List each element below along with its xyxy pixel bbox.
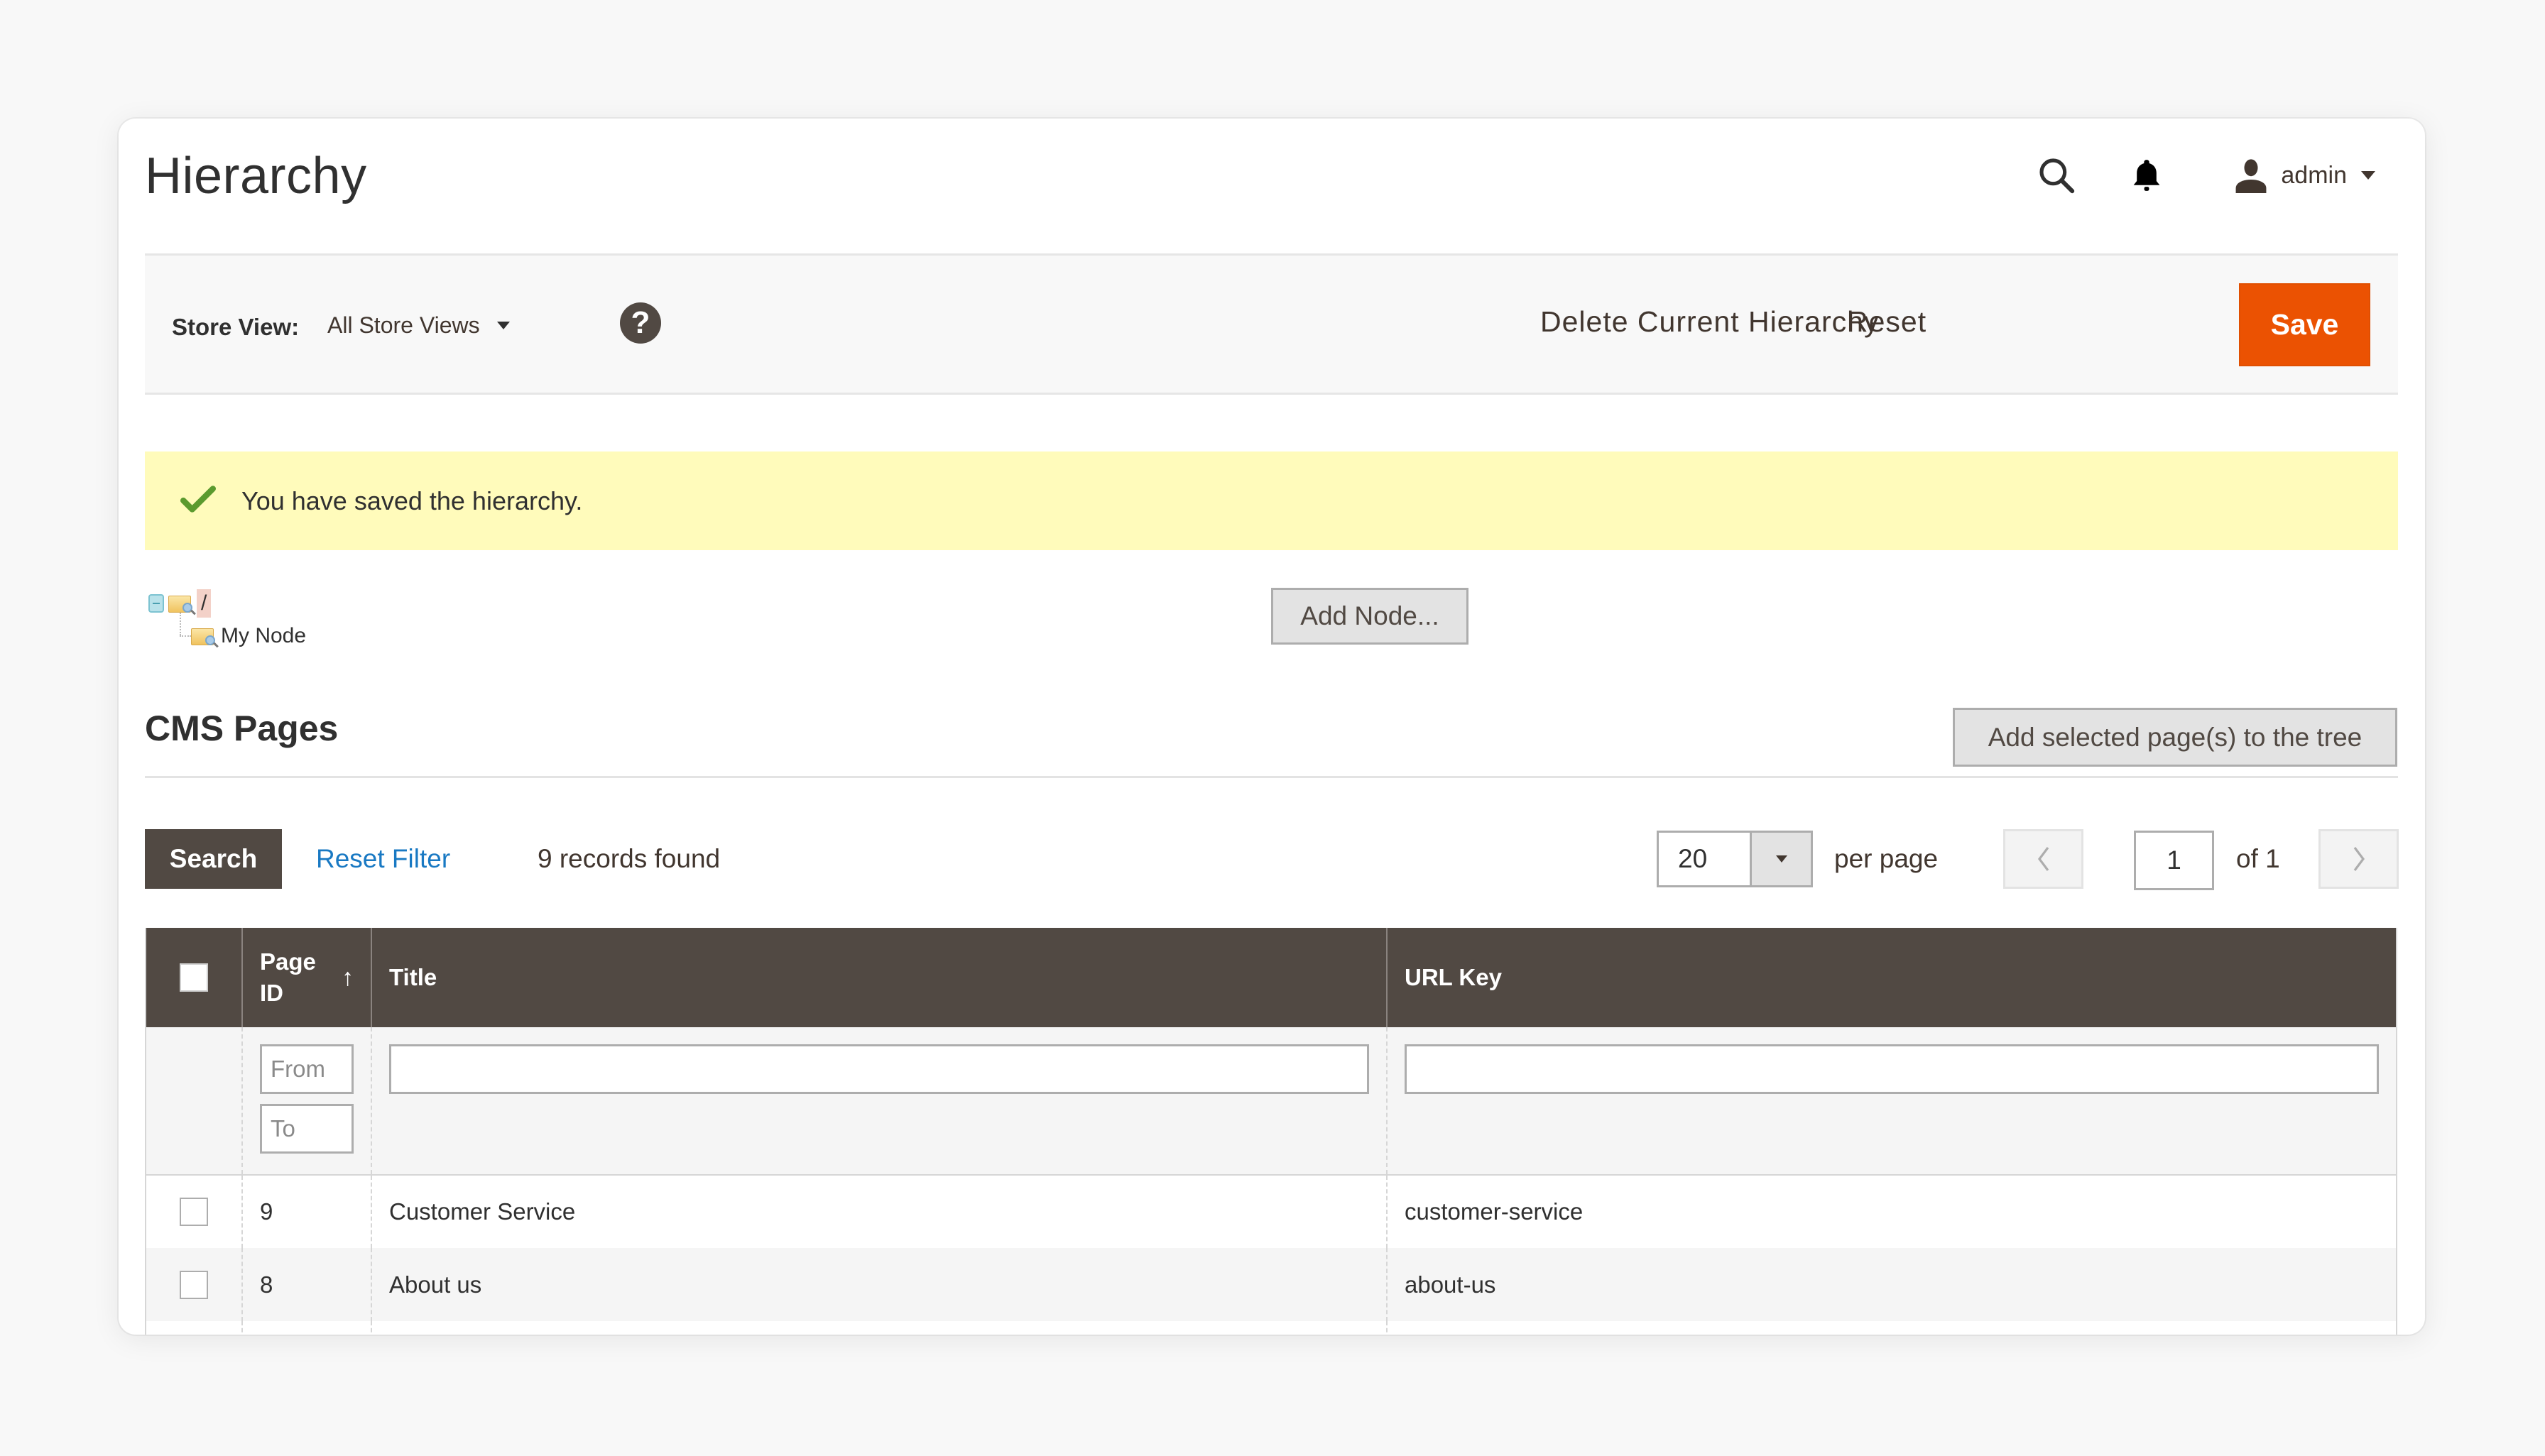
chevron-down-icon <box>1775 855 1787 863</box>
column-label: Page ID <box>260 948 316 1006</box>
sort-ascending-icon: ↑ <box>342 964 354 991</box>
next-page-button[interactable] <box>2318 829 2399 889</box>
message-text: You have saved the hierarchy. <box>241 486 583 515</box>
store-toolbar: Store View: All Store Views ? Delete Cur… <box>145 253 2398 395</box>
grid-header-row: Page ID ↑ Title URL Key <box>146 928 2397 1027</box>
tree-root-label[interactable]: / <box>197 589 212 618</box>
per-page-label: per page <box>1834 844 1939 873</box>
hierarchy-tree: / My Node <box>148 587 306 652</box>
cell-page-id: 9 <box>241 1175 371 1248</box>
user-icon <box>2234 158 2268 193</box>
help-icon[interactable]: ? <box>620 302 661 344</box>
add-node-button[interactable]: Add Node... <box>1271 588 1468 645</box>
cell-url-key: customer-service <box>1386 1175 2397 1248</box>
filter-cell-page-id <box>241 1027 371 1176</box>
row-select-cell <box>146 1175 242 1248</box>
folder-icon <box>168 593 196 615</box>
select-all-header <box>146 928 242 1027</box>
header-actions: admin <box>2037 147 2375 204</box>
filter-cell-title <box>371 1027 1387 1176</box>
column-header-title[interactable]: Title <box>371 928 1387 1027</box>
per-page-toggle[interactable] <box>1750 833 1811 885</box>
filter-cell-url-key <box>1386 1027 2397 1176</box>
column-header-url-key[interactable]: URL Key <box>1386 928 2397 1027</box>
reset-button[interactable]: Reset <box>1847 305 1927 339</box>
select-all-checkbox[interactable] <box>180 963 208 992</box>
checkmark-icon <box>180 484 216 518</box>
row-checkbox[interactable] <box>180 1198 208 1226</box>
tree-root-node[interactable]: / <box>148 587 306 620</box>
page-title: Hierarchy <box>145 148 367 204</box>
page-id-from-input[interactable] <box>260 1044 354 1094</box>
cms-pages-grid: Page ID ↑ Title URL Key From To 9 Custom… <box>145 928 2397 1335</box>
chevron-right-icon <box>2353 847 2365 871</box>
column-header-page-id[interactable]: Page ID ↑ <box>241 928 371 1027</box>
save-button[interactable]: Save <box>2239 283 2370 366</box>
per-page-value: 20 <box>1678 844 1708 873</box>
cell-page-id: 8 <box>241 1248 371 1321</box>
bell-icon[interactable] <box>2130 157 2163 194</box>
records-count: 9 records found <box>538 844 721 873</box>
chevron-down-icon <box>496 322 510 329</box>
table-row[interactable]: 9 Customer Service customer-service <box>146 1175 2397 1248</box>
search-button[interactable]: Search <box>145 829 282 889</box>
total-pages: of 1 <box>2236 844 2280 873</box>
table-row[interactable]: 8 About us about-us <box>146 1248 2397 1321</box>
cell-title: Customer Service <box>371 1175 1387 1248</box>
reset-filter-link[interactable]: Reset Filter <box>316 844 450 874</box>
table-row-partial <box>146 1321 2397 1335</box>
cell-title: About us <box>371 1248 1387 1321</box>
store-view-value: All Store Views <box>327 312 480 338</box>
per-page-select[interactable]: 20 <box>1657 831 1813 887</box>
delete-hierarchy-button[interactable]: Delete Current Hierarchy <box>1540 305 1879 339</box>
chevron-left-icon <box>2037 847 2049 871</box>
store-view-label: Store View: <box>172 314 300 340</box>
user-name: admin <box>2281 161 2347 189</box>
tree-node[interactable]: My Node <box>148 613 306 652</box>
row-checkbox[interactable] <box>180 1270 208 1299</box>
row-select-cell <box>146 1248 242 1321</box>
add-selected-pages-button[interactable]: Add selected page(s) to the tree <box>1953 708 2397 767</box>
hierarchy-page-card: Hierarchy admin Store View: All Store Vi… <box>119 119 2425 1335</box>
cms-pages-title: CMS Pages <box>145 708 339 748</box>
folder-icon <box>191 625 219 648</box>
search-icon[interactable] <box>2037 155 2076 195</box>
user-menu[interactable]: admin <box>2234 158 2375 193</box>
store-view-select[interactable]: All Store Views <box>327 312 510 339</box>
filter-cell-empty <box>146 1027 242 1176</box>
section-divider <box>145 776 2398 778</box>
current-page-input[interactable] <box>2134 831 2214 890</box>
chevron-down-icon <box>2361 171 2375 180</box>
previous-page-button[interactable] <box>2003 829 2083 889</box>
filter-row <box>146 1027 2397 1176</box>
tree-node-label[interactable]: My Node <box>221 624 306 648</box>
tree-collapse-icon[interactable] <box>148 594 164 613</box>
success-message: You have saved the hierarchy. <box>145 451 2398 550</box>
url-key-filter-input[interactable] <box>1405 1044 2379 1094</box>
page-id-to-input[interactable] <box>260 1104 354 1154</box>
cell-url-key: about-us <box>1386 1248 2397 1321</box>
title-filter-input[interactable] <box>389 1044 1369 1094</box>
